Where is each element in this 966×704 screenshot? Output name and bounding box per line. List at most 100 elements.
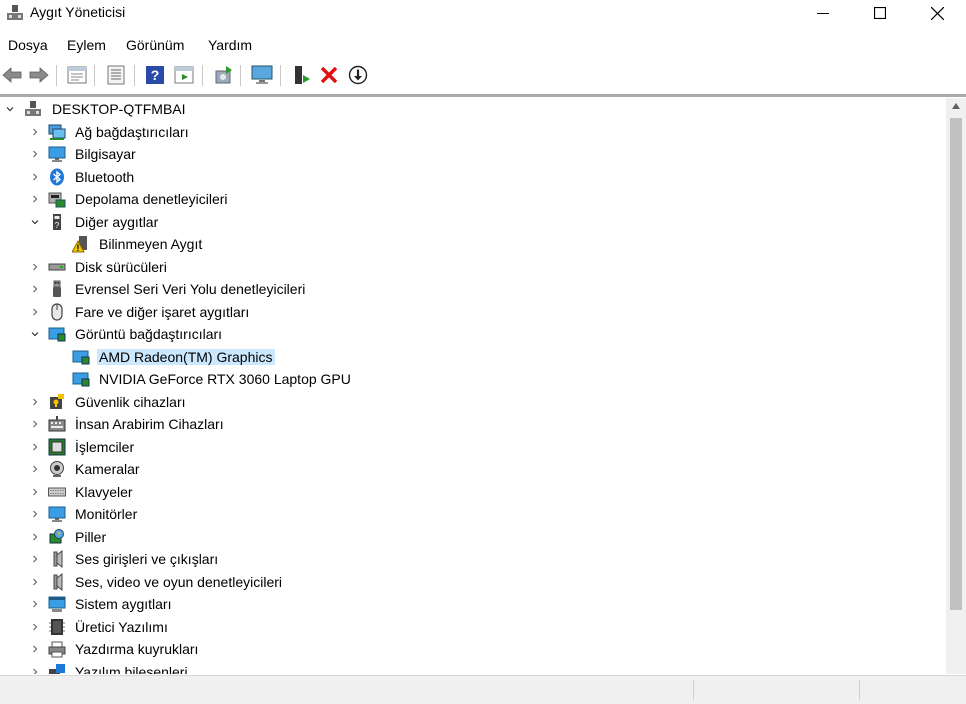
tree-root-label: DESKTOP-QTFMBAI [52,101,186,117]
enable-device-button[interactable] [290,64,312,86]
back-button[interactable] [1,64,23,86]
properties-button[interactable] [66,64,88,86]
tree-node-label: Fare ve diğer işaret aygıtları [75,304,250,320]
tree-category-row[interactable]: İnsan Arabirim Cihazları [0,413,946,435]
disable-device-icon [348,65,368,85]
expand-chevron-icon[interactable] [29,507,41,521]
scrollbar-thumb[interactable] [950,118,962,610]
tree-category-row[interactable]: Ağ bağdaştırıcıları [0,121,946,143]
tree-root-row[interactable]: DESKTOP-QTFMBAI [0,98,946,120]
tree-category-row[interactable]: Piller [0,526,946,548]
collapse-chevron-icon[interactable] [29,327,41,341]
disable-device-button[interactable] [347,64,369,86]
device-manager-icon [7,5,23,20]
tree-category-row[interactable]: Ses girişleri ve çıkışları [0,548,946,570]
scan-hardware-icon [251,65,273,84]
expand-chevron-icon[interactable] [29,665,41,674]
tree-node-label: Diğer aygıtlar [75,214,159,230]
vertical-scrollbar[interactable] [946,98,966,674]
tree-node-label: Sistem aygıtları [75,596,172,612]
expand-chevron-icon[interactable] [29,552,41,566]
menu-file[interactable]: Dosya [8,37,48,53]
tree-category-row[interactable]: İşlemciler [0,436,946,458]
monitor-icon [48,505,66,523]
tree-category-row[interactable]: Üretici Yazılımı [0,616,946,638]
device-tree[interactable]: DESKTOP-QTFMBAI Ağ bağdaştırıcıları Bilgi… [0,98,946,674]
camera-icon [48,460,66,478]
expand-chevron-icon[interactable] [29,485,41,499]
display-adapter-icon [72,348,90,366]
tree-node-label: Yazılım bileşenleri [75,664,188,674]
tree-category-row[interactable]: Depolama denetleyicileri [0,188,946,210]
print-queue-icon [48,640,66,658]
tree-category-row[interactable]: Bluetooth [0,166,946,188]
tree-category-row[interactable]: Yazdırma kuyrukları [0,638,946,660]
expand-chevron-icon[interactable] [29,260,41,274]
update-driver-button[interactable] [212,64,234,86]
tree-category-row[interactable]: Fare ve diğer işaret aygıtları [0,301,946,323]
tree-device-row[interactable]: AMD Radeon(TM) Graphics [0,346,946,368]
scan-hardware-button[interactable] [251,64,273,86]
show-hidden-icon [174,66,194,84]
uninstall-device-button[interactable] [318,64,340,86]
expand-chevron-icon[interactable] [29,597,41,611]
tree-node-label: NVIDIA GeForce RTX 3060 Laptop GPU [99,371,351,387]
expand-chevron-icon[interactable] [29,282,41,296]
close-button[interactable] [908,0,966,26]
tree-node-label: Ses girişleri ve çıkışları [75,551,219,567]
collapse-chevron-icon[interactable] [4,102,16,116]
keyboard-icon [48,483,66,501]
expand-chevron-icon[interactable] [29,192,41,206]
expand-chevron-icon[interactable] [29,170,41,184]
tree-device-row[interactable]: NVIDIA GeForce RTX 3060 Laptop GPU [0,368,946,390]
expand-chevron-icon[interactable] [29,147,41,161]
processor-icon [48,438,66,456]
tree-category-row[interactable]: Bilgisayar [0,143,946,165]
tree-node-label: Üretici Yazılımı [75,619,168,635]
expand-chevron-icon[interactable] [29,440,41,454]
tree-node-label: Depolama denetleyicileri [75,191,228,207]
expand-chevron-icon[interactable] [29,462,41,476]
tree-node-label: Piller [75,529,107,545]
tree-category-row[interactable]: Monitörler [0,503,946,525]
tree-category-row[interactable]: Yazılım bileşenleri [0,661,946,674]
device-list-button[interactable] [105,64,127,86]
menu-view[interactable]: Görünüm [126,37,184,53]
tree-device-row[interactable]: ! Bilinmeyen Aygıt [0,233,946,255]
menu-action[interactable]: Eylem [67,37,106,53]
tree-node-label: Monitörler [75,506,138,522]
expand-chevron-icon[interactable] [29,620,41,634]
system-device-icon [48,595,66,613]
tree-category-row[interactable]: Disk sürücüleri [0,256,946,278]
tree-category-row[interactable]: Görüntü bağdaştırıcıları [0,323,946,345]
expand-chevron-icon[interactable] [29,530,41,544]
maximize-button[interactable] [851,0,909,26]
tree-node-label: Bilgisayar [75,146,136,162]
forward-icon [29,67,49,83]
expand-chevron-icon[interactable] [29,305,41,319]
expand-chevron-icon[interactable] [29,642,41,656]
tree-node-label: Disk sürücüleri [75,259,167,275]
svg-text:?: ? [151,67,160,83]
tree-category-row[interactable]: Klavyeler [0,481,946,503]
expand-chevron-icon[interactable] [29,575,41,589]
tree-category-row[interactable]: ? Diğer aygıtlar [0,211,946,233]
tree-category-row[interactable]: Kameralar [0,458,946,480]
expand-chevron-icon[interactable] [29,125,41,139]
scroll-up-icon[interactable] [951,102,961,110]
display-adapter-icon [48,325,66,343]
menu-help[interactable]: Yardım [208,37,252,53]
tree-category-row[interactable]: Evrensel Seri Veri Yolu denetleyicileri [0,278,946,300]
forward-button[interactable] [28,64,50,86]
minimize-button[interactable] [794,0,852,26]
help-button[interactable]: ? [144,64,166,86]
expand-chevron-icon[interactable] [29,417,41,431]
storage-controller-icon [48,190,66,208]
tree-node-label: Bilinmeyen Aygıt [99,236,203,252]
show-hidden-button[interactable] [173,64,195,86]
collapse-chevron-icon[interactable] [29,215,41,229]
tree-category-row[interactable]: Güvenlik cihazları [0,391,946,413]
expand-chevron-icon[interactable] [29,395,41,409]
tree-category-row[interactable]: Ses, video ve oyun denetleyicileri [0,571,946,593]
tree-category-row[interactable]: Sistem aygıtları [0,593,946,615]
